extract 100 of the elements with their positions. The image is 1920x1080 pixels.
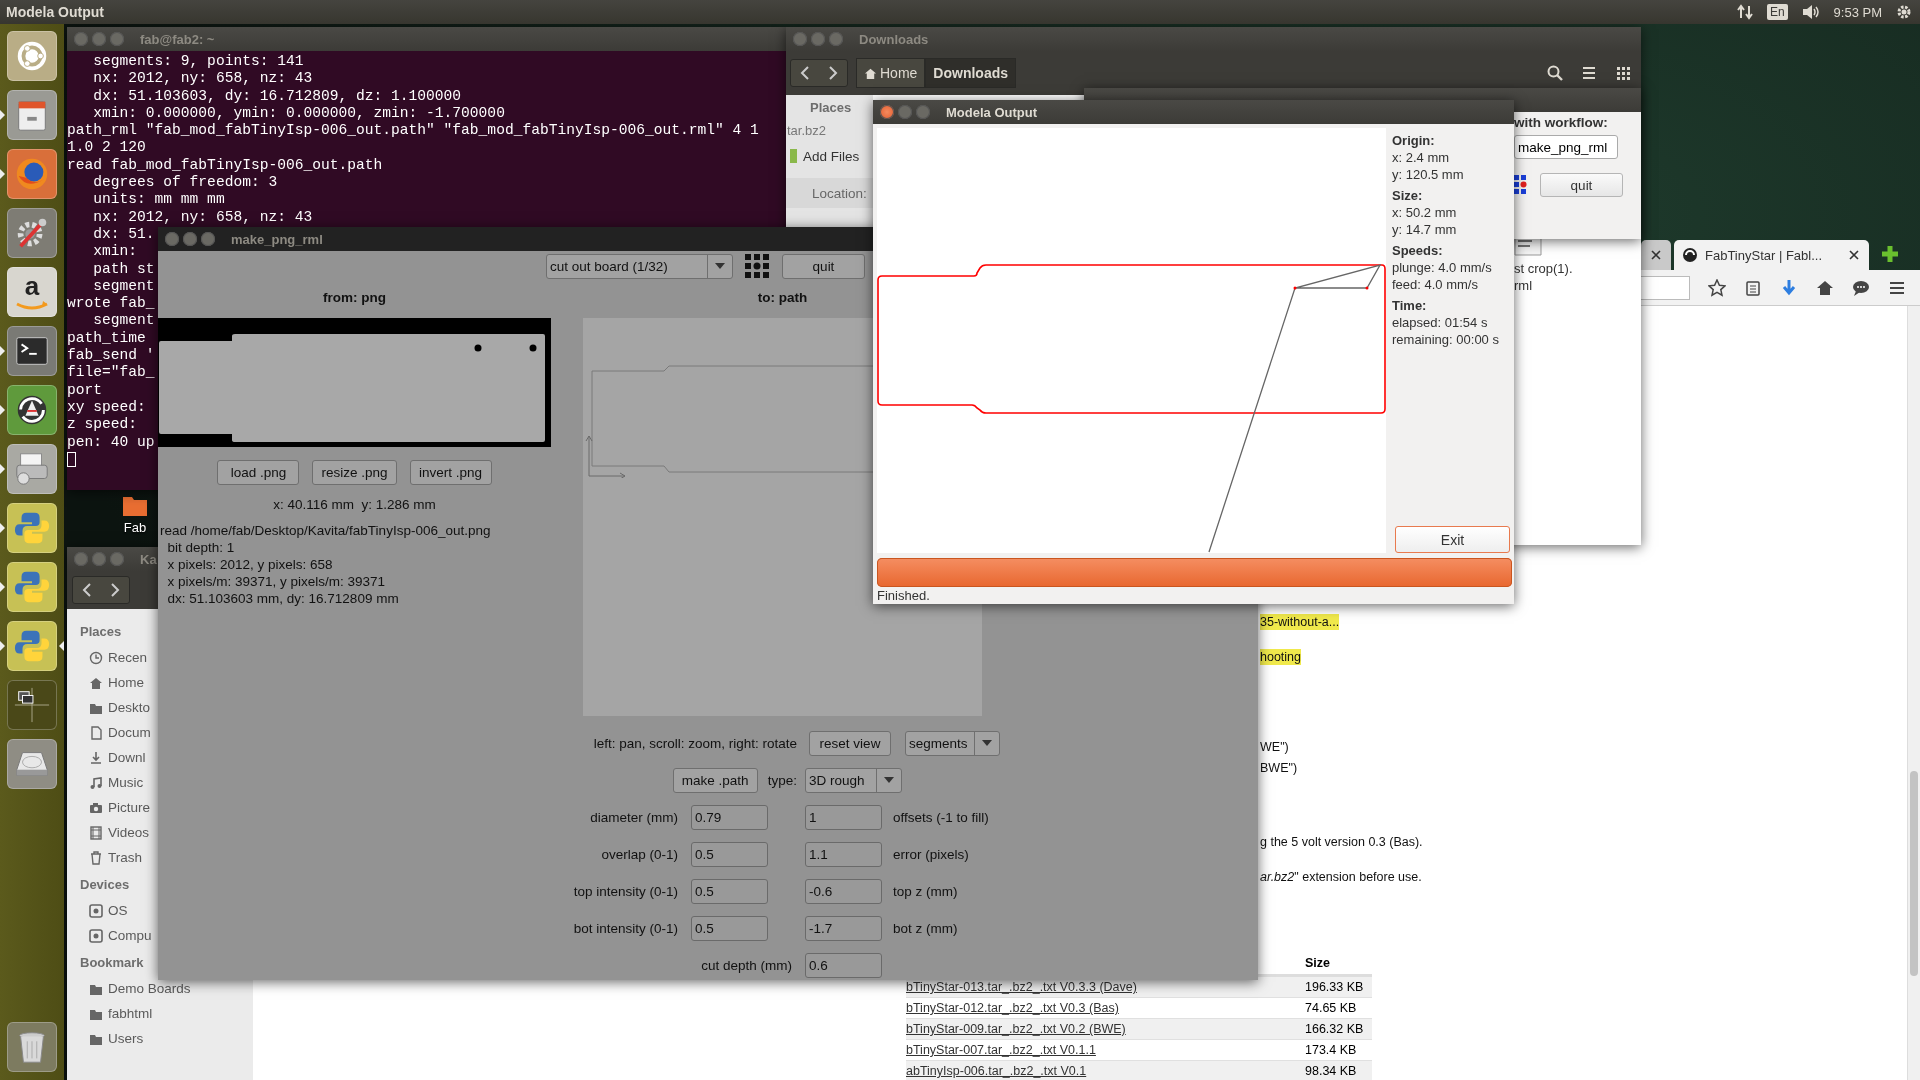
field-label: offsets (-1 to fill) — [893, 809, 989, 825]
close-button[interactable] — [165, 232, 179, 246]
sidebar-item[interactable]: Music — [67, 770, 148, 795]
dropdown[interactable]: cut out board (1/32) — [546, 253, 733, 279]
close-icon[interactable] — [1649, 248, 1663, 262]
settings-icon[interactable] — [1896, 4, 1912, 20]
window-title: make_png_rml — [231, 231, 323, 247]
input-field[interactable]: -1.7 — [805, 915, 882, 941]
file-link[interactable]: bTinyStar-012.tar_.bz2_.txt V0.3 (Bas) — [906, 1001, 1303, 1015]
keyboard-indicator[interactable]: En — [1766, 4, 1788, 20]
page-text: g the 5 volt version 0.3 (Bas). — [1260, 834, 1423, 850]
dropdown[interactable]: 3D rough — [805, 767, 902, 793]
sidebar-item[interactable]: OS — [67, 898, 132, 923]
sidebar-item[interactable]: Videos — [67, 820, 154, 845]
quit-button[interactable]: quit — [782, 253, 865, 279]
app-title: Modela Output — [5, 4, 104, 20]
path-button[interactable]: Downloads — [925, 58, 1017, 88]
minimize-button[interactable] — [811, 32, 825, 46]
sidebar-item[interactable]: Docum — [67, 720, 155, 745]
desktop-icon-label[interactable]: Fab — [123, 520, 147, 535]
sidebar-item[interactable]: Deskto — [67, 695, 155, 720]
browser-tab[interactable] — [1641, 240, 1671, 270]
drive-icon — [89, 928, 103, 943]
chevron-right-icon — [110, 583, 120, 597]
file-link[interactable]: abTinyIsp-006.tar_.bz2_.txt V0.1 — [906, 1064, 1303, 1078]
home-icon[interactable] — [1816, 278, 1834, 297]
exit-button[interactable]: Exit — [1395, 526, 1510, 553]
quit-button[interactable]: quit — [1540, 173, 1623, 197]
maximize-button[interactable] — [110, 32, 124, 46]
list-view-icon[interactable] — [1581, 65, 1597, 81]
chat-bubble-icon[interactable] — [1852, 278, 1870, 297]
launcher-item[interactable] — [7, 385, 57, 435]
reading-list-icon[interactable] — [1744, 278, 1762, 297]
clock[interactable]: 9:53 PM — [1833, 4, 1882, 20]
minimize-button[interactable] — [92, 552, 106, 566]
input-field[interactable]: 0.5 — [691, 878, 768, 904]
input-field[interactable]: 0.79 — [691, 804, 768, 830]
close-button[interactable] — [880, 105, 894, 119]
star-icon[interactable] — [1708, 278, 1726, 297]
network-arrows-icon[interactable] — [1736, 4, 1753, 20]
globe-icon — [1682, 247, 1698, 263]
maximize-button[interactable] — [916, 105, 930, 119]
minimize-button[interactable] — [92, 32, 106, 46]
minimize-button[interactable] — [898, 105, 912, 119]
input-field[interactable]: 0.5 — [691, 915, 768, 941]
scrollbar[interactable] — [1907, 306, 1920, 1080]
sidebar-item[interactable]: Recen — [67, 645, 152, 670]
file-link[interactable]: bTinyStar-013.tar_.bz2_.txt V0.3.3 (Dave) — [906, 980, 1303, 994]
input-field[interactable]: -0.6 — [805, 878, 882, 904]
file-button[interactable]: resize .png — [312, 460, 397, 485]
sidebar-item[interactable]: Demo Boards — [67, 976, 195, 1001]
sidebar-item[interactable]: Trash — [67, 845, 146, 870]
launcher-item[interactable]: a — [7, 267, 57, 317]
grid-view-icon[interactable] — [1615, 65, 1631, 81]
close-button[interactable] — [74, 32, 88, 46]
column-header: Size — [1305, 956, 1330, 970]
input-field[interactable]: 1.1 — [805, 841, 882, 867]
terminal-line: port — [67, 381, 103, 399]
search-icon[interactable] — [1547, 65, 1563, 81]
download-icon[interactable] — [1780, 278, 1798, 297]
input-field[interactable]: 1 — [805, 804, 882, 830]
sidebar-item[interactable]: fabhtml — [67, 1001, 157, 1026]
file-link[interactable]: bTinyStar-009.tar_.bz2_.txt V0.2 (BWE) — [906, 1022, 1303, 1036]
path-button[interactable]: Home — [856, 58, 926, 88]
browser-tab[interactable]: FabTinyStar | Fabl... — [1674, 240, 1869, 270]
file-link[interactable]: bTinyStar-007.tar_.bz2_.txt V0.1.1 — [906, 1043, 1303, 1057]
add-files-button[interactable]: Add Files — [786, 148, 860, 164]
camera-icon — [89, 800, 103, 815]
address-field[interactable] — [1641, 275, 1690, 300]
scrollbar-thumb[interactable] — [1910, 771, 1918, 976]
file-name[interactable]: st crop(1). rml — [1514, 260, 1573, 294]
sidebar-item[interactable]: Users — [67, 1026, 148, 1051]
dropdown[interactable]: segments — [905, 730, 1000, 756]
close-button[interactable] — [793, 32, 807, 46]
new-tab-icon[interactable] — [1880, 244, 1900, 264]
hint-text: left: pan, scroll: zoom, right: rotate — [593, 735, 797, 751]
close-button[interactable] — [74, 552, 88, 566]
volume-icon[interactable] — [1801, 4, 1820, 20]
sidebar-item[interactable]: Home — [67, 670, 148, 695]
input-field[interactable]: 0.5 — [691, 841, 768, 867]
maximize-button[interactable] — [110, 552, 124, 566]
sidebar-item[interactable]: Compu — [67, 923, 156, 948]
sidebar-item[interactable]: Picture — [67, 795, 155, 820]
close-icon[interactable] — [1847, 248, 1861, 262]
input-field[interactable]: 0.6 — [805, 952, 882, 978]
launcher-item[interactable] — [7, 326, 57, 376]
input-field[interactable]: make_png_rml — [1514, 135, 1618, 159]
maximize-button[interactable] — [201, 232, 215, 246]
reset-view-button[interactable]: reset view — [809, 730, 891, 756]
sidebar-item[interactable]: Downl — [67, 745, 150, 770]
maximize-button[interactable] — [829, 32, 843, 46]
file-button[interactable]: load .png — [217, 460, 300, 485]
file-button[interactable]: invert .png — [409, 460, 492, 485]
field-label: bot intensity (0-1) — [572, 920, 678, 936]
launcher-item[interactable] — [7, 680, 57, 730]
chevron-left-icon — [82, 583, 92, 597]
info-heading: Time: — [1392, 297, 1427, 314]
minimize-button[interactable] — [183, 232, 197, 246]
dot-grid-icon[interactable] — [745, 253, 770, 279]
make-path-button[interactable]: make .path — [672, 767, 758, 793]
